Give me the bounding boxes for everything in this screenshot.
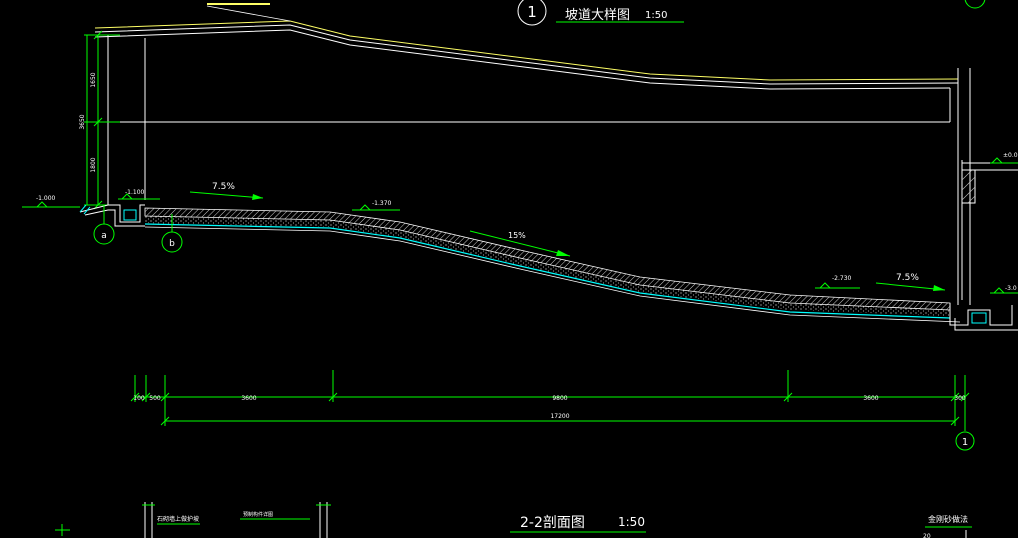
dim-upper-vertical: 1650 [90,72,97,87]
canopy-top-yellow [94,20,959,81]
bottom-left-detail: 石砌墙上做护坡 [55,502,200,538]
elevation-right-top: ±0.0 [990,152,1018,164]
svg-text:-1.100: -1.100 [125,189,145,196]
detail-circle-num: 1 [527,3,537,21]
axis-b-label: b [169,239,175,249]
section-title-block: 2-2剖面图 1:50 [510,515,646,533]
top-right-circle [964,0,986,9]
dim-total-vertical: 3650 [79,114,86,129]
cad-drawing-canvas[interactable]: 3650 1650 1800 a b -1.000 -1.100 -1.370 … [0,0,1018,538]
bottom-mid-detail: 预制构件详图 [240,502,331,538]
bottom-mid-note: 预制构件详图 [243,511,273,518]
hdim-4: 3600 [863,395,878,402]
svg-text:-1.370: -1.370 [372,200,392,207]
svg-text:-1.000: -1.000 [36,195,56,202]
hdim-0: 100 [133,395,145,402]
svg-text:15%: 15% [508,231,526,240]
left-gutter [79,204,145,227]
dim-lower-vertical: 1800 [90,157,97,172]
svg-text:7.5%: 7.5% [212,182,235,192]
slope-arrow-3: 7.5% [875,273,946,291]
vertical-dimension [84,30,120,210]
elevation-ramp-lower: -2.730 [815,275,860,289]
detail-title-block: 1 坡道大样图 1:50 [517,0,684,26]
section-scale: 1:50 [618,515,645,529]
right-slab-hatch [961,169,976,204]
bottom-right-detail: 金刚砂做法 20 [923,514,972,538]
elevation-ramp-top: -1.100 [118,189,160,200]
detail-scale: 1:50 [645,10,667,21]
svg-text:±0.0: ±0.0 [1003,152,1018,159]
hdim-total: 17200 [550,413,569,420]
right-gutter [949,303,1018,331]
elevation-left-ground: -1.000 [22,195,80,208]
axis-mark-a: a [93,205,115,245]
section-title: 2-2剖面图 [520,515,585,531]
bottom-right-label: 金刚砂做法 [928,514,968,524]
axis-mark-end: 1 [955,402,975,451]
slope-arrow-1: 7.5% [189,182,264,200]
hdim-5: 300 [954,395,966,402]
ramp-section [144,207,961,323]
elevation-right-low: -3.0 [990,285,1018,294]
elevation-ramp-upper: -1.370 [352,200,400,211]
axis-a-label: a [101,231,107,241]
canopy-leader [206,5,291,22]
hdim-1: 500 [149,395,161,402]
svg-text:-3.0: -3.0 [1005,285,1017,292]
detail-title: 坡道大样图 [565,8,630,23]
hdim-3: 9800 [552,395,567,402]
corner-number: 20 [923,533,931,538]
axis-end-label: 1 [962,437,968,448]
svg-text:-2.730: -2.730 [832,275,852,282]
svg-text:7.5%: 7.5% [896,273,919,283]
canopy-top-white [94,24,959,85]
bottom-left-note: 石砌墙上做护坡 [157,515,199,523]
hdim-2: 3600 [241,395,256,402]
